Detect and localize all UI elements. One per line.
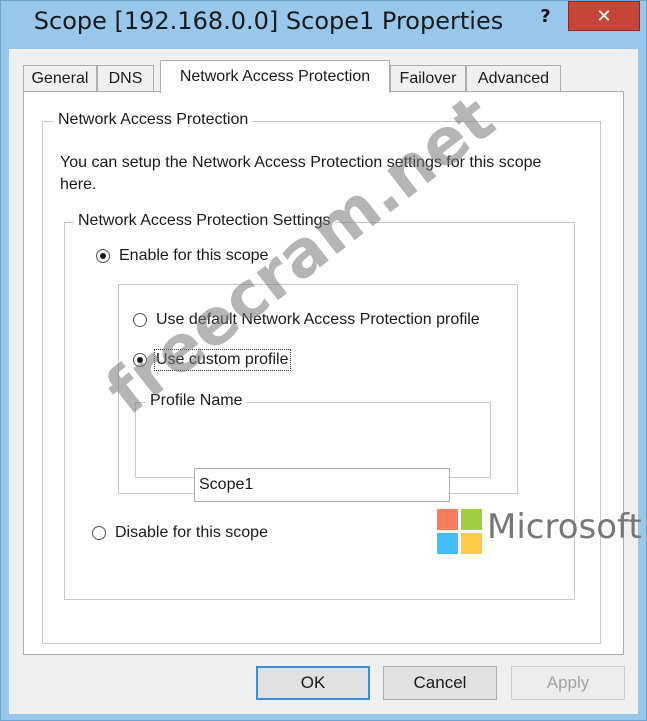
disable-scope-radio[interactable]: Disable for this scope [92, 524, 268, 542]
microsoft-logo-icon [437, 509, 483, 555]
ok-button[interactable]: OK [256, 666, 370, 700]
disable-scope-label: Disable for this scope [115, 524, 268, 541]
window-title: Scope [192.168.0.0] Scope1 Properties [33, 7, 504, 35]
use-custom-radio-indicator[interactable] [133, 353, 147, 367]
help-icon: ? [540, 5, 551, 27]
apply-button[interactable]: Apply [511, 666, 625, 700]
help-button[interactable]: ? [523, 1, 568, 31]
use-default-profile-label: Use default Network Access Protection pr… [156, 311, 480, 328]
dialog-client-area: General DNS Network Access Protection Fa… [9, 49, 638, 714]
logo-square-red [437, 509, 458, 530]
nap-settings-legend: Network Access Protection Settings [74, 212, 335, 230]
nap-group-legend: Network Access Protection [54, 111, 253, 129]
close-icon: ✕ [596, 5, 612, 27]
close-button[interactable]: ✕ [568, 1, 640, 31]
tab-dns[interactable]: DNS [97, 65, 154, 92]
enable-scope-label: Enable for this scope [119, 247, 269, 264]
tab-network-access-protection[interactable]: Network Access Protection [160, 60, 390, 93]
properties-dialog: Scope [192.168.0.0] Scope1 Properties ? … [0, 0, 647, 721]
cancel-button[interactable]: Cancel [383, 666, 497, 700]
tab-failover[interactable]: Failover [390, 65, 466, 92]
logo-square-blue [437, 533, 458, 554]
use-custom-profile-radio[interactable]: Use custom profile [133, 349, 291, 371]
profile-name-legend: Profile Name [146, 392, 247, 410]
nap-description: You can setup the Network Access Protect… [60, 154, 542, 193]
enable-scope-radio[interactable]: Enable for this scope [96, 247, 268, 265]
use-default-profile-radio[interactable]: Use default Network Access Protection pr… [133, 311, 480, 329]
title-bar[interactable]: Scope [192.168.0.0] Scope1 Properties ? … [1, 1, 646, 49]
disable-radio-indicator[interactable] [92, 526, 106, 540]
use-default-radio-indicator[interactable] [133, 313, 147, 327]
tab-general[interactable]: General [23, 65, 97, 92]
logo-square-yellow [461, 533, 482, 554]
enable-radio-indicator[interactable] [96, 249, 110, 263]
profile-name-input[interactable] [194, 468, 450, 502]
logo-square-green [461, 509, 482, 530]
use-custom-profile-label: Use custom profile [154, 349, 291, 371]
tab-advanced[interactable]: Advanced [466, 65, 561, 92]
tab-page-nap: Network Access Protection You can setup … [23, 91, 624, 655]
profile-name-group [135, 402, 491, 478]
